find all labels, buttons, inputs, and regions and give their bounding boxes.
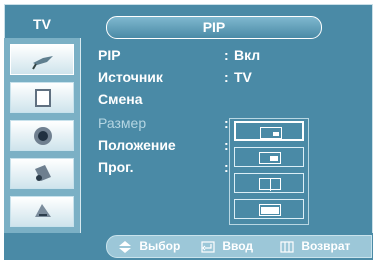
tab-tv[interactable]: TV — [4, 13, 80, 35]
sidebar-item-screen[interactable] — [10, 82, 74, 113]
colon: : — [224, 115, 229, 131]
bottom-bar: Выбор Ввод Возврат — [4, 233, 373, 260]
colon: : — [224, 137, 229, 153]
select-hint[interactable]: Выбор — [118, 236, 180, 257]
menu-value-source: TV — [234, 69, 252, 85]
back-hint[interactable]: Возврат — [280, 236, 350, 257]
sidebar-item-settings[interactable] — [10, 196, 74, 227]
size-option-split[interactable] — [234, 173, 304, 193]
back-label: Возврат — [301, 239, 351, 253]
menu-label-size: Размер — [98, 115, 147, 131]
pip-small-icon — [260, 127, 282, 139]
antenna-icon — [32, 56, 53, 70]
menu-value-pip: Вкл — [234, 47, 261, 63]
pip-double-icon — [259, 204, 281, 216]
colon: : — [224, 47, 229, 63]
sidebar-item-antenna[interactable] — [10, 44, 74, 75]
menu-label-source: Источник — [98, 69, 163, 85]
enter-label: Ввод — [222, 239, 254, 253]
enter-hint[interactable]: Ввод — [201, 236, 253, 257]
menu-label-position: Положение — [98, 137, 176, 153]
menu-label-swap: Смена — [98, 91, 143, 107]
content-area: PIP : Вкл Источник : TV Смена Размер : П… — [4, 38, 372, 259]
pip-split-icon — [259, 178, 281, 191]
settings-icon — [35, 204, 51, 217]
satellite-icon — [35, 165, 51, 181]
sidebar — [4, 38, 81, 241]
size-option-small[interactable] — [234, 121, 304, 141]
colon: : — [224, 159, 229, 175]
speaker-icon — [34, 127, 52, 145]
screen-icon — [35, 89, 51, 107]
pip-medium-icon — [259, 152, 281, 164]
menu-label-pip: PIP — [98, 47, 121, 63]
updown-icon — [119, 240, 131, 253]
tab-pip[interactable]: PIP — [106, 16, 322, 39]
size-option-medium[interactable] — [234, 147, 304, 167]
colon: : — [224, 69, 229, 85]
return-icon — [280, 241, 294, 253]
enter-icon — [201, 241, 215, 253]
size-dropdown[interactable] — [229, 118, 309, 225]
select-label: Выбор — [139, 239, 181, 253]
sidebar-item-satellite[interactable] — [10, 158, 74, 189]
top-bar: TV PIP — [4, 5, 372, 39]
screen: TV PIP PIP: Вкл Источник: TV Смена Раз… — [0, 0, 377, 264]
menu-label-program: Прог. — [98, 159, 134, 175]
size-option-double[interactable] — [234, 199, 304, 219]
sidebar-item-speaker[interactable] — [10, 120, 74, 151]
